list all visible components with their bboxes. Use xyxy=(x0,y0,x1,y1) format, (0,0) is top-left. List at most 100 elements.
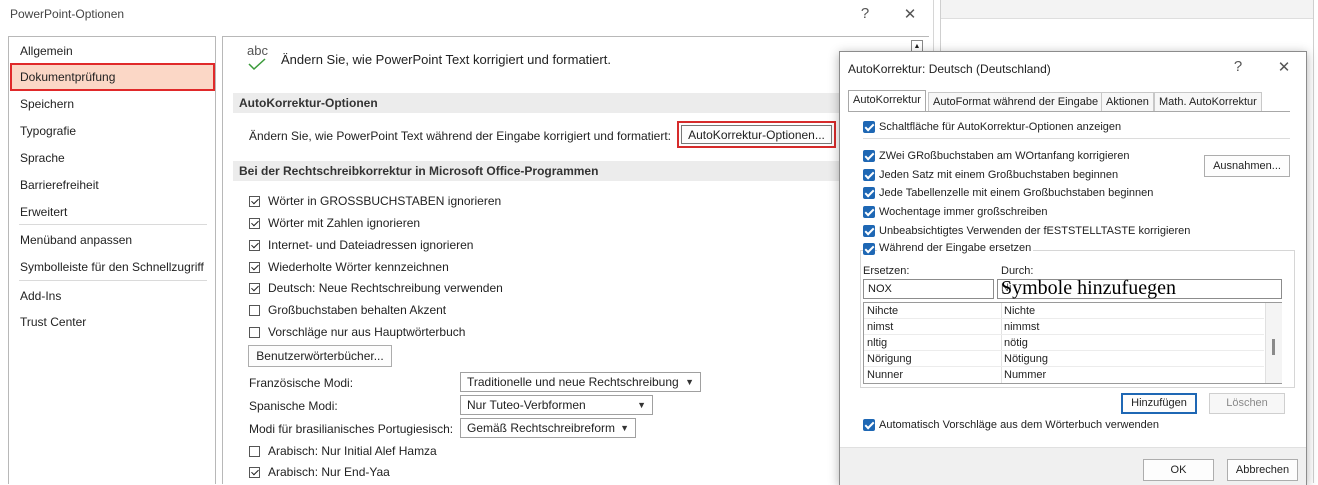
sidebar-item-trust-center[interactable]: Trust Center xyxy=(20,315,86,329)
option-label: Wörter in GROSSBUCHSTABEN ignorieren xyxy=(268,194,502,208)
sidebar-item-menueband[interactable]: Menüband anpassen xyxy=(20,233,132,247)
table-row-to[interactable]: Nichte xyxy=(1004,305,1035,317)
table-row-from[interactable]: Nörigung xyxy=(867,353,912,365)
sidebar-item-speichern[interactable]: Speichern xyxy=(20,97,74,111)
with-input[interactable]: Ni Symbole hinzufuegen xyxy=(997,277,1282,299)
sidebar-item-add-ins[interactable]: Add-Ins xyxy=(20,289,61,303)
exceptions-button[interactable]: Ausnahmen... xyxy=(1204,155,1290,177)
sidebar-divider xyxy=(19,224,207,225)
checkbox-arabic-alef[interactable] xyxy=(249,446,260,457)
add-button[interactable]: Hinzufügen xyxy=(1121,393,1197,414)
tab-autoformat[interactable]: AutoFormat während der Eingabe xyxy=(928,92,1104,111)
autocorrect-dialog: AutoKorrektur: Deutsch (Deutschland) ? ✕… xyxy=(839,51,1307,485)
custom-dictionaries-button[interactable]: Benutzerwörterbücher... xyxy=(248,345,392,367)
checkbox-ignore-numbers[interactable] xyxy=(249,218,260,229)
help-button[interactable]: ? xyxy=(855,5,875,22)
row-line xyxy=(864,350,1264,351)
table-row-from[interactable]: Nunner xyxy=(867,369,903,381)
cancel-button[interactable]: Abbrechen xyxy=(1227,459,1298,481)
row-line xyxy=(864,366,1264,367)
spanish-mode-select[interactable]: Nur Tuteo-Verbformen ▼ xyxy=(460,395,653,415)
option-label: Automatisch Vorschläge aus dem Wörterbuc… xyxy=(879,419,1160,431)
select-value: Nur Tuteo-Verbformen xyxy=(467,398,586,412)
chevron-down-icon: ▼ xyxy=(620,423,629,433)
table-row-to[interactable]: nimmst xyxy=(1004,321,1039,333)
replace-input[interactable]: NOX xyxy=(863,279,994,299)
table-row-from[interactable]: nimst xyxy=(867,321,893,333)
select-value: Gemäß Rechtschreibreform xyxy=(467,421,616,435)
sidebar-item-dokumentpruefung[interactable]: Dokumentprüfung xyxy=(20,70,115,84)
checkbox-show-buttons[interactable] xyxy=(863,121,875,133)
checkbox-arabic-yaa[interactable] xyxy=(249,467,260,478)
powerpoint-options-window: PowerPoint-Optionen ? ✕ Allgemein Dokume… xyxy=(0,0,934,484)
delete-button[interactable]: Löschen xyxy=(1209,393,1285,414)
replacement-list[interactable]: Nihcte Nichte nimst nimmst nltig nötig N… xyxy=(863,302,1282,384)
table-row-from[interactable]: Nihcte xyxy=(867,305,898,317)
autocorrect-options-button[interactable]: AutoKorrektur-Optionen... xyxy=(681,125,832,144)
option-label: Wörter mit Zahlen ignorieren xyxy=(268,216,421,230)
checkbox-weekdays[interactable] xyxy=(863,206,875,218)
option-label: Jeden Satz mit einem Großbuchstaben begi… xyxy=(879,169,1119,181)
sidebar-item-barrierefreiheit[interactable]: Barrierefreiheit xyxy=(20,178,99,192)
with-label: Durch: xyxy=(1001,265,1034,277)
sidebar-item-schnellzugriff[interactable]: Symbolleiste für den Schnellzugriff xyxy=(20,260,204,274)
option-label: Wiederholte Wörter kennzeichnen xyxy=(268,260,449,274)
checkbox-two-capitals[interactable] xyxy=(863,150,875,162)
autocorrect-options-highlight: AutoKorrektur-Optionen... xyxy=(677,121,836,148)
checkbox-caps-lock[interactable] xyxy=(863,225,875,237)
option-label: Jede Tabellenzelle mit einem Großbuchsta… xyxy=(879,187,1154,199)
tab-aktionen[interactable]: Aktionen xyxy=(1101,92,1154,111)
list-scrollbar[interactable] xyxy=(1265,303,1282,383)
checkbox-new-spelling[interactable] xyxy=(249,283,260,294)
sidebar-item-erweitert[interactable]: Erweitert xyxy=(20,205,67,219)
checkbox-main-dictionary[interactable] xyxy=(249,327,260,338)
portuguese-mode-select[interactable]: Gemäß Rechtschreibreform ▼ xyxy=(460,418,636,438)
table-row-from[interactable]: nltig xyxy=(867,337,887,349)
checkbox-uppercase-accent[interactable] xyxy=(249,305,260,316)
window-title: PowerPoint-Optionen xyxy=(10,7,125,21)
sidebar-item-allgemein[interactable]: Allgemein xyxy=(20,44,73,58)
options-sidebar: Allgemein Dokumentprüfung Speichern Typo… xyxy=(8,36,216,484)
checkbox-replace-while-typing[interactable] xyxy=(863,243,875,255)
section-spelling: Bei der Rechtschreibkorrektur in Microso… xyxy=(233,161,923,181)
option-label: Großbuchstaben behalten Akzent xyxy=(268,303,447,317)
option-label: Vorschläge nur aus Hauptwörterbuch xyxy=(268,325,466,339)
page-description: Ändern Sie, wie PowerPoint Text korrigie… xyxy=(281,52,611,67)
table-row-to[interactable]: nötig xyxy=(1004,337,1028,349)
sidebar-item-sprache[interactable]: Sprache xyxy=(20,151,65,165)
checkbox-sentence-capital[interactable] xyxy=(863,169,875,181)
dialog-help-button[interactable]: ? xyxy=(1228,58,1248,75)
checkbox-ignore-urls[interactable] xyxy=(249,240,260,251)
scrollbar-thumb[interactable] xyxy=(1272,339,1275,355)
tab-panel-border xyxy=(848,111,1290,112)
option-label: Unbeabsichtigtes Verwenden der fESTSTELL… xyxy=(879,225,1191,237)
checkbox-table-cell-capital[interactable] xyxy=(863,187,875,199)
chevron-down-icon: ▼ xyxy=(637,400,646,410)
tab-autokorrektur[interactable]: AutoKorrektur xyxy=(848,90,926,112)
column-divider xyxy=(1001,303,1002,383)
ok-button[interactable]: OK xyxy=(1143,459,1214,481)
option-label: Arabisch: Nur Initial Alef Hamza xyxy=(268,444,437,458)
mode-label-spanish: Spanische Modi: xyxy=(249,399,338,413)
mode-label-portuguese: Modi für brasilianisches Portugiesisch: xyxy=(249,422,454,436)
options-content: abc Ändern Sie, wie PowerPoint Text korr… xyxy=(222,36,929,484)
table-row-to[interactable]: Nötigung xyxy=(1004,353,1048,365)
dialog-title: AutoKorrektur: Deutsch (Deutschland) xyxy=(848,62,1051,76)
chevron-down-icon: ▼ xyxy=(685,377,694,387)
close-button[interactable]: ✕ xyxy=(900,5,920,23)
checkbox-dictionary-suggestions[interactable] xyxy=(863,419,875,431)
option-label: Arabisch: Nur End-Yaa xyxy=(268,465,390,479)
table-row-to[interactable]: Nummer xyxy=(1004,369,1046,381)
checkbox-flag-repeated[interactable] xyxy=(249,262,260,273)
row-line xyxy=(864,318,1264,319)
option-label: Deutsch: Neue Rechtschreibung verwenden xyxy=(268,281,503,295)
dialog-close-button[interactable]: ✕ xyxy=(1274,58,1294,76)
autocorrect-description: Ändern Sie, wie PowerPoint Text während … xyxy=(249,129,671,143)
option-label: Während der Eingabe ersetzen xyxy=(877,242,1034,254)
mode-label-french: Französische Modi: xyxy=(249,376,354,390)
sidebar-item-typografie[interactable]: Typografie xyxy=(20,124,76,138)
french-mode-select[interactable]: Traditionelle und neue Rechtschreibung ▼ xyxy=(460,372,701,392)
tab-math-autokorrektur[interactable]: Math. AutoKorrektur xyxy=(1154,92,1262,111)
with-input-value: Symbole hinzufuegen xyxy=(1001,277,1176,299)
checkbox-ignore-uppercase[interactable] xyxy=(249,196,260,207)
